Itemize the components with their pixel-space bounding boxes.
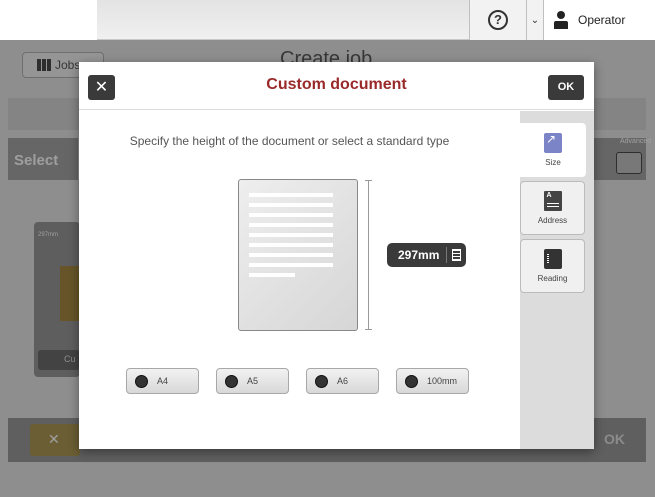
radio-icon <box>405 374 418 388</box>
standard-type-label: A4 <box>157 376 169 386</box>
height-input[interactable]: 297mm <box>387 243 466 267</box>
instruction-text: Specify the height of the document or se… <box>129 134 450 148</box>
ok-button[interactable]: OK <box>548 75 584 100</box>
height-dimension-line <box>365 180 372 330</box>
standard-type-100mm-button[interactable]: 100mm <box>396 368 469 394</box>
dialog-content: Specify the height of the document or se… <box>79 111 520 449</box>
height-value: 297mm <box>398 248 440 262</box>
top-bar: ? ⌄ Operator <box>0 0 655 40</box>
tab-label: Reading <box>537 274 568 283</box>
help-icon: ? <box>488 10 508 30</box>
dialog-header: ✕ Custom document OK <box>79 62 594 110</box>
tab-address[interactable]: Address <box>520 181 585 235</box>
radio-icon <box>135 374 148 388</box>
top-bar-spacer <box>0 0 97 40</box>
reading-icon <box>543 249 562 269</box>
tab-label: Address <box>537 216 568 225</box>
user-name: Operator <box>578 13 626 27</box>
user-menu-button[interactable]: Operator <box>543 0 655 40</box>
user-icon <box>554 11 568 29</box>
standard-type-a6-button[interactable]: A6 <box>306 368 379 394</box>
standard-type-label: A5 <box>247 376 259 386</box>
radio-icon <box>315 374 328 388</box>
standard-type-a4-button[interactable]: A4 <box>126 368 199 394</box>
top-bar-title-field <box>97 0 469 40</box>
standard-type-a5-button[interactable]: A5 <box>216 368 289 394</box>
chevron-down-icon[interactable]: ⌄ <box>527 0 543 40</box>
size-icon <box>544 133 562 153</box>
tab-reading[interactable]: Reading <box>520 239 585 293</box>
keypad-icon <box>452 249 462 261</box>
dialog-title: Custom document <box>266 76 407 93</box>
help-button[interactable]: ? <box>469 0 527 40</box>
standard-type-label: 100mm <box>427 376 458 386</box>
standard-type-label: A6 <box>337 376 349 386</box>
document-preview <box>238 179 358 331</box>
tab-label: Size <box>545 158 561 167</box>
custom-document-dialog: ✕ Custom document OK Specify the height … <box>79 62 594 449</box>
side-tab-bar: Size Address Reading <box>520 111 594 449</box>
radio-icon <box>225 374 238 388</box>
tab-size[interactable]: Size <box>520 123 586 177</box>
address-icon <box>543 191 562 211</box>
